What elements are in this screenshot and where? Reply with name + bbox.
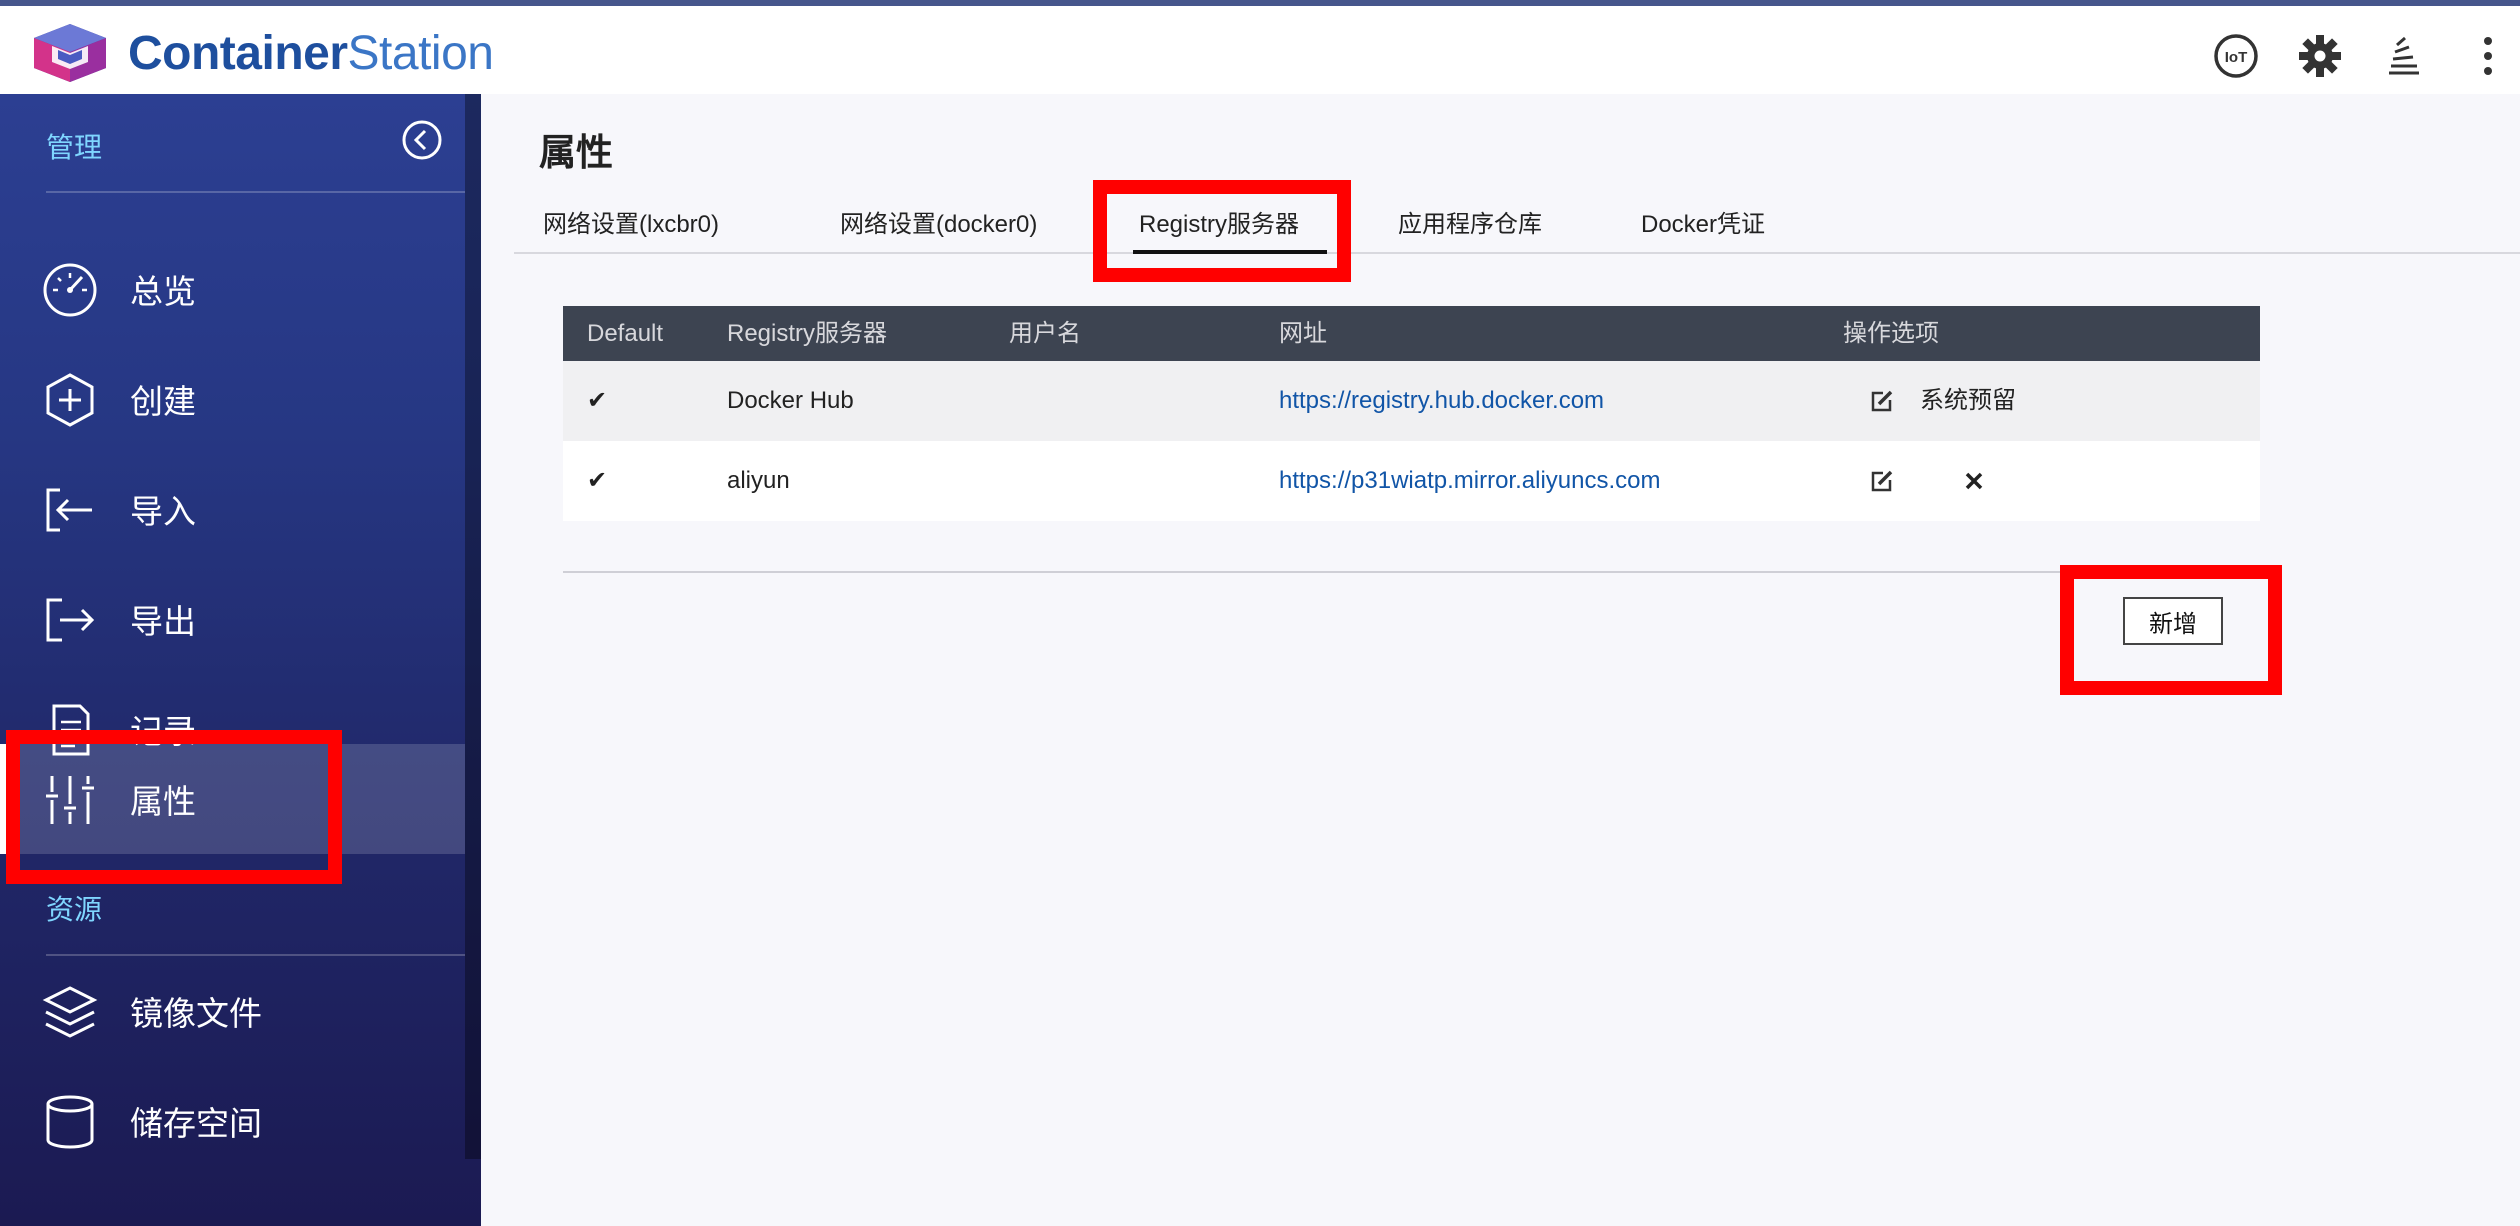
page-title: 属性 — [539, 132, 613, 173]
column-header-default[interactable]: Default — [587, 306, 663, 361]
tab-network-lxcbr0[interactable]: 网络设置(lxcbr0) — [543, 204, 719, 252]
sidebar-item-export[interactable]: 导出 — [0, 564, 465, 674]
edit-icon[interactable] — [1869, 441, 1895, 521]
registry-name: aliyun — [727, 467, 790, 494]
column-header-registry[interactable]: Registry服务器 — [727, 306, 887, 361]
gear-icon[interactable] — [2296, 32, 2344, 80]
sidebar-item-create[interactable]: 创建 — [0, 344, 465, 454]
sidebar-item-overview[interactable]: 总览 — [0, 234, 465, 344]
tab-docker-credentials[interactable]: Docker凭证 — [1641, 204, 1765, 252]
cylinder-icon — [46, 1095, 94, 1149]
import-icon — [46, 488, 92, 532]
registry-name: Docker Hub — [727, 387, 854, 414]
section-label-resources: 资源 — [46, 894, 103, 925]
sidebar-item-label: 总览 — [130, 273, 196, 310]
highlight-box-sidebar — [6, 730, 342, 884]
sidebar: 管理 总览 创建 导入 导出 记录 属性 资源 镜像文件 储存空间 — [0, 94, 481, 1226]
sidebar-scrollbar[interactable] — [465, 94, 481, 1159]
system-reserved-label: 系统预留 — [1920, 387, 2016, 414]
section-label-manage: 管理 — [46, 132, 103, 163]
registry-url-link[interactable]: https://registry.hub.docker.com — [1279, 361, 1604, 441]
stack-icon[interactable] — [2380, 32, 2428, 80]
more-vertical-icon[interactable] — [2464, 32, 2512, 80]
sidebar-item-label: 导出 — [130, 603, 196, 640]
gauge-icon — [43, 263, 97, 317]
app-brand: ContainerStation — [128, 27, 494, 80]
table-divider — [563, 571, 2260, 573]
registry-table: Default Registry服务器 用户名 网址 操作选项 ✔ Docker… — [563, 306, 2260, 521]
section-divider — [46, 191, 465, 193]
layers-icon — [42, 986, 98, 1038]
registry-url-link[interactable]: https://p31wiatp.mirror.aliyuncs.com — [1279, 441, 1660, 521]
sidebar-item-images[interactable]: 镜像文件 — [0, 956, 465, 1066]
table-row[interactable]: ✔ aliyun https://p31wiatp.mirror.aliyunc… — [563, 441, 2260, 521]
iot-icon-label: IoT — [2225, 49, 2248, 66]
tab-app-repository[interactable]: 应用程序仓库 — [1398, 204, 1542, 252]
column-header-username[interactable]: 用户名 — [1009, 306, 1081, 361]
column-header-url[interactable]: 网址 — [1279, 306, 1327, 361]
export-icon — [46, 598, 95, 642]
iot-icon[interactable]: IoT — [2212, 32, 2260, 80]
top-bar: ContainerStation IoT — [0, 0, 2520, 94]
sidebar-item-label: 创建 — [130, 383, 196, 420]
column-header-actions: 操作选项 — [1843, 320, 1939, 347]
sidebar-item-import[interactable]: 导入 — [0, 454, 465, 564]
tab-network-docker0[interactable]: 网络设置(docker0) — [840, 204, 1037, 252]
default-check: ✔ — [587, 467, 608, 494]
sidebar-item-label: 导入 — [130, 493, 196, 530]
plus-hexagon-icon — [46, 373, 94, 427]
table-header: Default Registry服务器 用户名 网址 操作选项 — [563, 306, 2260, 361]
sidebar-item-storage[interactable]: 储存空间 — [0, 1066, 465, 1176]
edit-icon[interactable] — [1869, 361, 1895, 441]
collapse-sidebar-icon[interactable] — [400, 118, 444, 162]
table-row[interactable]: ✔ Docker Hub https://registry.hub.docker… — [563, 361, 2260, 441]
delete-icon[interactable] — [1963, 441, 1985, 521]
highlight-box-tab — [1093, 180, 1351, 282]
tab-bar: 网络设置(lxcbr0) 网络设置(docker0) Registry服务器 应… — [514, 204, 2520, 254]
sidebar-item-label: 镜像文件 — [130, 995, 262, 1032]
container-station-logo-icon — [34, 24, 106, 82]
default-check: ✔ — [587, 387, 608, 414]
highlight-box-add-button — [2060, 565, 2282, 695]
sidebar-item-label: 储存空间 — [130, 1105, 262, 1142]
